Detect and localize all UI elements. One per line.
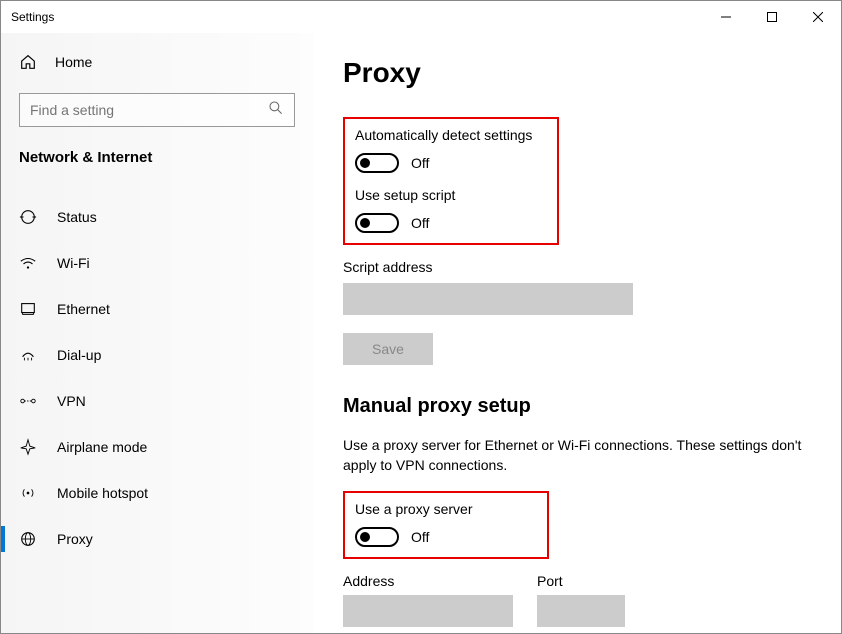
- sidebar-item-label: Dial-up: [57, 347, 101, 363]
- page-title: Proxy: [343, 57, 817, 89]
- auto-detect-toggle[interactable]: [355, 153, 399, 173]
- script-address-label: Script address: [343, 259, 817, 275]
- manual-description: Use a proxy server for Ethernet or Wi-Fi…: [343, 436, 803, 475]
- settings-window: Settings Home: [0, 0, 842, 634]
- sidebar-item-dialup[interactable]: Dial-up: [1, 332, 313, 378]
- address-label: Address: [343, 573, 513, 589]
- window-body: Home Network & Internet Status: [1, 33, 841, 633]
- save-button[interactable]: Save: [343, 333, 433, 365]
- use-script-label: Use setup script: [355, 187, 547, 203]
- sidebar-item-label: VPN: [57, 393, 86, 409]
- sidebar: Home Network & Internet Status: [1, 33, 313, 633]
- use-script-state: Off: [411, 215, 429, 231]
- port-label: Port: [537, 573, 625, 589]
- sidebar-item-label: Wi-Fi: [57, 255, 90, 271]
- manual-heading: Manual proxy setup: [343, 395, 817, 418]
- home-label: Home: [55, 54, 92, 70]
- ethernet-icon: [19, 300, 37, 318]
- dialup-icon: [19, 346, 37, 364]
- search-input[interactable]: [30, 102, 268, 118]
- sidebar-item-vpn[interactable]: VPN: [1, 378, 313, 424]
- section-title: Network & Internet: [1, 127, 313, 176]
- sidebar-item-proxy[interactable]: Proxy: [1, 516, 313, 562]
- minimize-button[interactable]: [703, 1, 749, 33]
- sidebar-item-status[interactable]: Status: [1, 194, 313, 240]
- content-area: Proxy Automatically detect settings Off …: [313, 33, 841, 633]
- sidebar-item-ethernet[interactable]: Ethernet: [1, 286, 313, 332]
- home-nav[interactable]: Home: [1, 43, 313, 81]
- nav-list: Status Wi-Fi Ethernet: [1, 194, 313, 562]
- sidebar-item-label: Status: [57, 209, 97, 225]
- use-proxy-state: Off: [411, 529, 429, 545]
- airplane-icon: [19, 438, 37, 456]
- highlight-auto-setup: Automatically detect settings Off Use se…: [343, 117, 559, 245]
- address-port-row: Address Port: [343, 573, 817, 633]
- sidebar-item-hotspot[interactable]: Mobile hotspot: [1, 470, 313, 516]
- use-proxy-label: Use a proxy server: [355, 501, 537, 517]
- window-title: Settings: [11, 10, 54, 24]
- proxy-icon: [19, 530, 37, 548]
- use-proxy-toggle[interactable]: [355, 527, 399, 547]
- auto-detect-label: Automatically detect settings: [355, 127, 547, 143]
- script-address-input[interactable]: [343, 283, 633, 315]
- sidebar-item-wifi[interactable]: Wi-Fi: [1, 240, 313, 286]
- titlebar: Settings: [1, 1, 841, 33]
- search-box[interactable]: [19, 93, 295, 127]
- status-icon: [19, 208, 37, 226]
- vpn-icon: [19, 392, 37, 410]
- sidebar-item-airplane[interactable]: Airplane mode: [1, 424, 313, 470]
- sidebar-item-label: Mobile hotspot: [57, 485, 148, 501]
- highlight-manual-proxy: Use a proxy server Off: [343, 491, 549, 559]
- close-button[interactable]: [795, 1, 841, 33]
- sidebar-item-label: Ethernet: [57, 301, 110, 317]
- wifi-icon: [19, 254, 37, 272]
- search-icon: [268, 100, 284, 121]
- use-script-toggle[interactable]: [355, 213, 399, 233]
- hotspot-icon: [19, 484, 37, 502]
- port-input[interactable]: [537, 595, 625, 627]
- sidebar-item-label: Airplane mode: [57, 439, 147, 455]
- auto-detect-state: Off: [411, 155, 429, 171]
- window-controls: [703, 1, 841, 33]
- sidebar-item-label: Proxy: [57, 531, 93, 547]
- home-icon: [19, 53, 37, 71]
- address-input[interactable]: [343, 595, 513, 627]
- maximize-button[interactable]: [749, 1, 795, 33]
